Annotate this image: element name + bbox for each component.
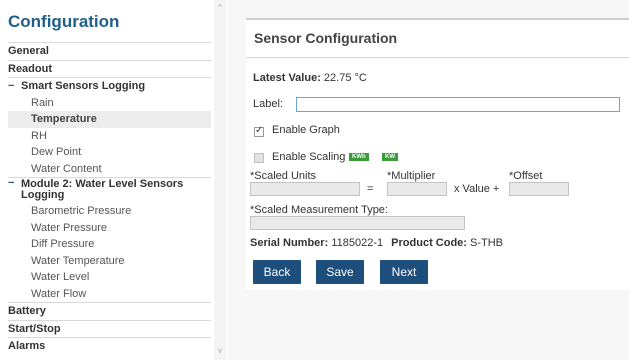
next-button[interactable]: Next: [380, 260, 428, 284]
sidebar-item-readout[interactable]: Readout: [8, 59, 211, 78]
back-button[interactable]: Back: [253, 260, 301, 284]
collapse-icon[interactable]: −: [8, 178, 14, 189]
sidebar-item-temperature[interactable]: Temperature: [8, 111, 211, 128]
sidebar-item-water-pressure[interactable]: Water Pressure: [8, 220, 211, 237]
sidebar-title: Configuration: [8, 12, 120, 31]
sidebar-item-water-flow[interactable]: Water Flow: [8, 286, 211, 303]
sidebar-item-smart-sensors-logging[interactable]: − Smart Sensors Logging: [8, 77, 211, 95]
sidebar-item-label: Module 2: Water Level Sensors Logging: [21, 178, 184, 201]
kwh-badge[interactable]: KWh: [349, 153, 369, 161]
label-field-label: Label:: [253, 98, 283, 110]
scaled-units-input[interactable]: [250, 182, 360, 196]
sidebar-scrollbar[interactable]: ^ v: [214, 0, 226, 360]
x-value-plus-text: x Value +: [454, 183, 500, 195]
sidebar-nav: General Readout − Smart Sensors Logging …: [8, 42, 211, 355]
sidebar-item-battery[interactable]: Battery: [8, 302, 211, 320]
latest-value: 22.75 °C: [323, 72, 367, 84]
serial-number-label: Serial Number:: [250, 237, 329, 249]
sidebar: Configuration General Readout − Smart Se…: [0, 0, 212, 360]
sidebar-item-general[interactable]: General: [8, 42, 211, 60]
sidebar-item-dew-point[interactable]: Dew Point: [8, 144, 211, 161]
enable-scaling-checkbox[interactable]: [254, 153, 264, 163]
scaled-measurement-type-input[interactable]: [250, 216, 465, 230]
serial-number: 1185022-1: [331, 237, 384, 249]
product-code-label: Product Code:: [391, 237, 467, 249]
sidebar-item-rh[interactable]: RH: [8, 128, 211, 145]
offset-label: *Offset: [509, 170, 543, 182]
sidebar-item-barometric-pressure[interactable]: Barometric Pressure: [8, 203, 211, 220]
sidebar-item-water-content[interactable]: Water Content: [8, 161, 211, 178]
sidebar-item-alarms[interactable]: Alarms: [8, 337, 211, 355]
sidebar-item-water-temperature[interactable]: Water Temperature: [8, 253, 211, 270]
label-input[interactable]: [296, 97, 620, 112]
sensor-configuration-card: Sensor Configuration Latest Value: 22.75…: [246, 18, 629, 290]
product-code: S-THB: [470, 237, 504, 249]
page-title: Sensor Configuration: [254, 30, 398, 46]
latest-value-label: Latest Value:: [253, 72, 321, 84]
multiplier-label: *Multiplier: [387, 170, 436, 182]
scroll-up-icon[interactable]: ^: [216, 3, 224, 12]
sidebar-item-start-stop[interactable]: Start/Stop: [8, 319, 211, 338]
sidebar-item-diff-pressure[interactable]: Diff Pressure: [8, 236, 211, 253]
enable-graph-checkbox[interactable]: [254, 125, 264, 137]
header-divider: [246, 57, 629, 58]
multiplier-input[interactable]: [387, 182, 447, 196]
enable-graph-label: Enable Graph: [272, 124, 340, 136]
sidebar-item-module-2[interactable]: − Module 2: Water Level Sensors Logging: [8, 177, 211, 203]
latest-value-row: Latest Value: 22.75 °C: [253, 72, 367, 84]
serial-product-row: Serial Number: 1185022-1 Product Code: S…: [250, 237, 503, 249]
sidebar-item-water-level[interactable]: Water Level: [8, 269, 211, 286]
sidebar-item-rain[interactable]: Rain: [8, 95, 211, 112]
kw-badge[interactable]: KW: [382, 153, 398, 161]
collapse-icon[interactable]: −: [8, 78, 14, 95]
scaled-units-label: *Scaled Units: [250, 170, 317, 182]
scaled-measurement-type-label: *Scaled Measurement Type:: [250, 204, 388, 216]
save-button[interactable]: Save: [316, 260, 364, 284]
equals-sign: =: [367, 183, 374, 195]
offset-input[interactable]: [509, 182, 569, 196]
enable-scaling-label: Enable Scaling: [272, 151, 346, 163]
sidebar-item-label: Smart Sensors Logging: [21, 80, 146, 92]
scroll-down-icon[interactable]: v: [216, 346, 224, 355]
